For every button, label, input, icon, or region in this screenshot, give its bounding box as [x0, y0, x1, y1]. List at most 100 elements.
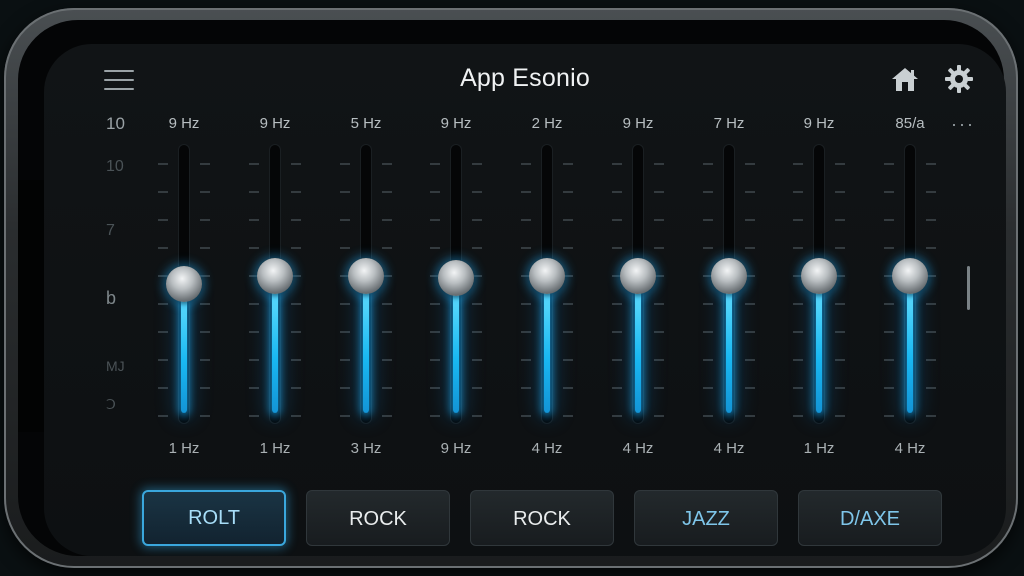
scale-tick [340, 331, 350, 333]
band-frequency-top-label: 9 Hz [622, 115, 654, 132]
scale-tick [340, 387, 350, 389]
scale-tick [158, 303, 168, 305]
scale-tick [472, 387, 482, 389]
scale-tick [249, 415, 259, 417]
slider-knob[interactable] [711, 257, 747, 294]
scale-tick [703, 191, 713, 193]
scale-tick [200, 387, 210, 389]
scale-tick [612, 191, 622, 193]
preset-button[interactable]: JAZZ [634, 490, 778, 546]
eq-band: 7 Hz 4 Hz [689, 112, 769, 462]
scale-tick [745, 415, 755, 417]
scale-tick [382, 247, 392, 249]
scale-tick [158, 415, 168, 417]
scale-label-top: 10 [106, 114, 125, 133]
slider-knob[interactable] [529, 257, 565, 294]
preset-button[interactable]: D/AXE [798, 490, 942, 546]
scale-tick [884, 191, 894, 193]
band-frequency-top-label: 9 Hz [440, 115, 472, 132]
scale-label: Ↄ [106, 396, 116, 412]
scale-tick [472, 191, 482, 193]
scale-tick [521, 331, 531, 333]
band-frequency-bottom-label: 4 Hz [894, 440, 926, 457]
band-frequency-bottom-label: 4 Hz [531, 440, 563, 457]
scale-tick [200, 303, 210, 305]
scale-tick [158, 163, 168, 165]
scale-tick [158, 219, 168, 221]
slider-knob[interactable] [257, 257, 293, 294]
scale-tick [200, 191, 210, 193]
scale-tick [703, 303, 713, 305]
scale-tick [563, 331, 573, 333]
scroll-indicator[interactable] [967, 266, 970, 310]
scale-tick [612, 163, 622, 165]
slider-level-fill [181, 284, 187, 413]
band-frequency-top-label: 9 Hz [259, 115, 291, 132]
band-frequency-top-label: 5 Hz [350, 115, 382, 132]
scale-tick [472, 415, 482, 417]
scale-tick [340, 191, 350, 193]
scale-tick [703, 331, 713, 333]
scale-tick [745, 219, 755, 221]
slider-knob[interactable] [892, 257, 928, 294]
slider-knob[interactable] [438, 260, 474, 297]
scale-tick [200, 359, 210, 361]
scale-tick [835, 303, 845, 305]
band-frequency-top-label: 85/a [895, 115, 925, 132]
scale-tick [926, 247, 936, 249]
scale-tick [291, 247, 301, 249]
scale-tick [835, 359, 845, 361]
band-frequency-bottom-label: 1 Hz [259, 440, 291, 457]
home-icon[interactable] [890, 66, 920, 94]
scale-tick [654, 191, 664, 193]
scale-tick [291, 359, 301, 361]
scale-tick [745, 163, 755, 165]
preset-button[interactable]: ROCK [306, 490, 450, 546]
scale-tick [884, 415, 894, 417]
scale-tick [563, 387, 573, 389]
scale-tick [291, 163, 301, 165]
slider-knob[interactable] [801, 257, 837, 294]
scale-tick [430, 387, 440, 389]
more-dots-icon[interactable]: ··· [951, 114, 975, 135]
scale-tick [793, 359, 803, 361]
scale-tick [793, 331, 803, 333]
scale-tick [430, 303, 440, 305]
slider-knob[interactable] [620, 257, 656, 294]
preset-button[interactable]: ROCK [470, 490, 614, 546]
scale-tick [654, 303, 664, 305]
scale-tick [200, 163, 210, 165]
scale-tick [340, 163, 350, 165]
band-frequency-top-label: 7 Hz [713, 115, 745, 132]
scale-tick [884, 359, 894, 361]
slider-level-fill [272, 275, 278, 413]
scale-tick [793, 191, 803, 193]
scale-tick [745, 303, 755, 305]
scale-tick [200, 247, 210, 249]
scale-tick [200, 275, 210, 277]
scale-tick [291, 415, 301, 417]
scale-label: MJ [106, 358, 125, 374]
scale-tick [793, 387, 803, 389]
scale-tick [884, 219, 894, 221]
band-frequency-top-label: 9 Hz [803, 115, 835, 132]
slider-level-fill [635, 275, 641, 413]
scale-tick [563, 415, 573, 417]
slider-knob[interactable] [348, 257, 384, 294]
gear-icon[interactable] [944, 64, 974, 94]
scale-tick [158, 359, 168, 361]
scale-tick [382, 415, 392, 417]
scale-tick [563, 359, 573, 361]
scale-tick [382, 191, 392, 193]
scale-tick [249, 247, 259, 249]
slider-knob[interactable] [166, 266, 202, 302]
scale-tick [521, 387, 531, 389]
scale-tick [654, 163, 664, 165]
scale-tick [926, 163, 936, 165]
scale-tick [835, 331, 845, 333]
scale-tick [249, 359, 259, 361]
scale-label: 7 [106, 222, 115, 239]
scale-tick [612, 247, 622, 249]
preset-button[interactable]: ROLT [142, 490, 286, 546]
eq-band: 9 Hz 1 Hz [779, 112, 859, 462]
